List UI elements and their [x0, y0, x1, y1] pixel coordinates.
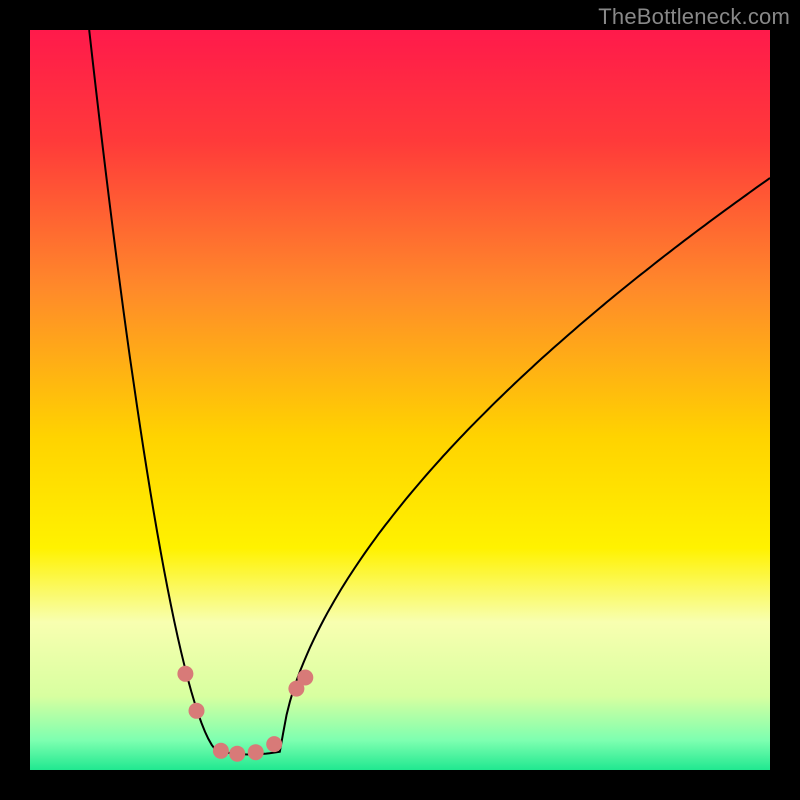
- plot-background: [30, 30, 770, 770]
- marker-point: [297, 670, 313, 686]
- marker-point: [248, 744, 264, 760]
- chart-container: TheBottleneck.com: [0, 0, 800, 800]
- marker-point: [213, 743, 229, 759]
- marker-point: [266, 736, 282, 752]
- marker-point: [189, 703, 205, 719]
- watermark-text: TheBottleneck.com: [598, 4, 790, 30]
- bottleneck-chart: [0, 0, 800, 800]
- marker-point: [177, 666, 193, 682]
- marker-point: [229, 746, 245, 762]
